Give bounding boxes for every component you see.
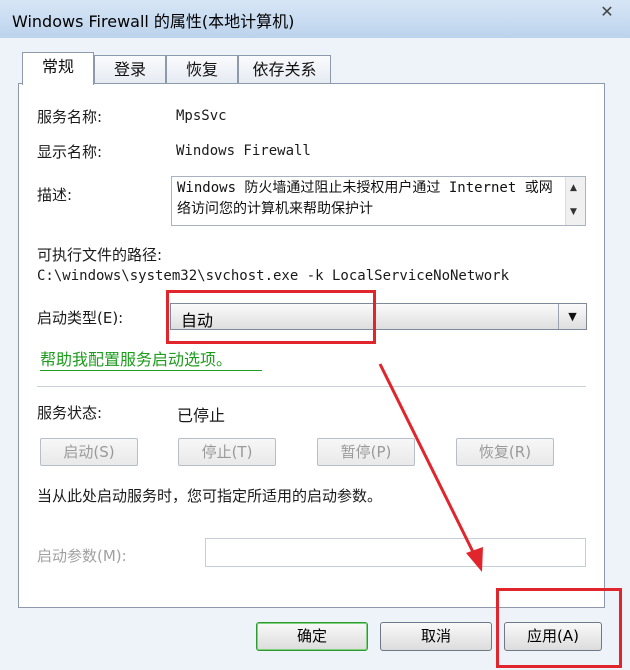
tab-general[interactable]: 常规 xyxy=(22,52,94,85)
annotation-arrow xyxy=(378,363,483,572)
annotation-arrow-head xyxy=(466,547,483,572)
annotation-arrow-line xyxy=(378,363,477,557)
